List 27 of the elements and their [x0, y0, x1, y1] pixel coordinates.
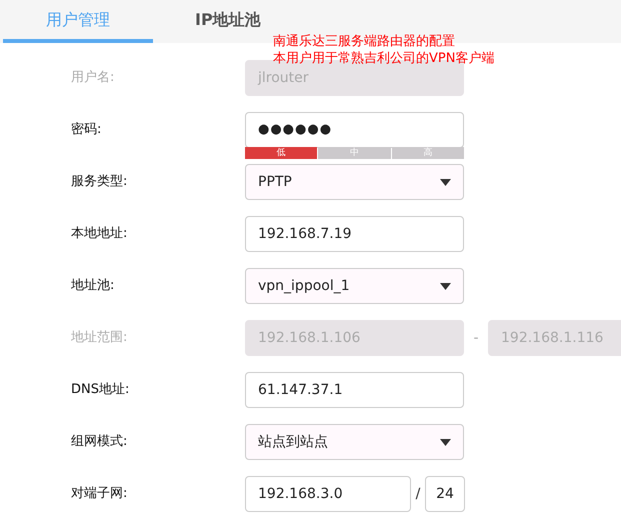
input-field: 192.168.1.106 — [245, 320, 464, 356]
field-label: 本地地址: — [71, 225, 128, 243]
separator-text: / — [414, 485, 422, 504]
dropdown[interactable]: 站点到站点 — [245, 424, 464, 460]
field-label: 用户名: — [71, 69, 116, 87]
strength-segment: 低 — [245, 147, 318, 159]
field-label: DNS地址: — [71, 381, 130, 399]
input-field[interactable]: 24 — [425, 476, 465, 512]
input-field: 192.168.1.116 — [488, 320, 621, 356]
field-label: 地址池: — [71, 277, 116, 295]
caret-icon — [440, 178, 451, 186]
dropdown[interactable]: vpn_ippool_1 — [245, 268, 464, 304]
input-field[interactable]: 61.147.37.1 — [245, 372, 464, 408]
dropdown[interactable]: PPTP — [245, 164, 464, 200]
caret-icon — [440, 282, 451, 290]
annotation-text: 南通乐达三服务端路由器的配置 — [273, 33, 456, 50]
field-label: 服务类型: — [71, 173, 128, 191]
input-field[interactable]: 192.168.3.0 — [245, 476, 411, 512]
password-field[interactable]: ●●●●●● — [245, 112, 464, 148]
separator-text: - — [472, 329, 480, 348]
field-label: 组网模式: — [71, 433, 128, 451]
input-field[interactable]: 192.168.7.19 — [245, 216, 464, 252]
field-label: 密码: — [71, 121, 102, 139]
tab[interactable]: IP地址池 — [193, 0, 263, 43]
field-label: 地址范围: — [71, 329, 128, 347]
field-label: 对端子网: — [71, 485, 128, 503]
caret-icon — [440, 438, 451, 446]
